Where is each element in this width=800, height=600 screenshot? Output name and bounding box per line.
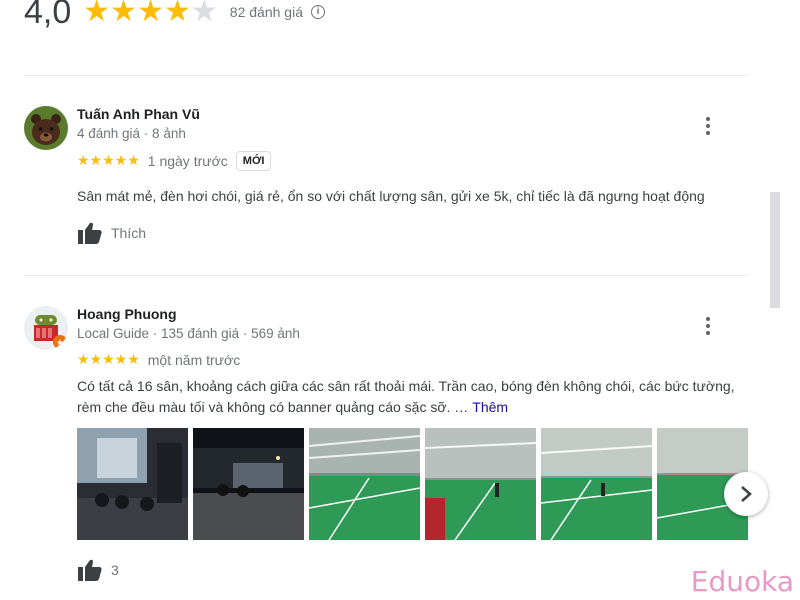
average-score: 4,0 — [24, 0, 72, 31]
star-icon: ★ — [110, 0, 138, 28]
review-photo[interactable] — [425, 428, 536, 540]
review-photo[interactable] — [309, 428, 420, 540]
review-photo[interactable] — [77, 428, 188, 540]
review-time: một năm trước — [147, 352, 241, 368]
review-card: ★ Hoang Phuong Local Guide · 135 đánh gi… — [24, 306, 768, 586]
thumbs-up-icon — [78, 559, 102, 581]
review-stars: ★★★★★ — [77, 152, 140, 168]
bear-avatar[interactable] — [24, 106, 68, 150]
more-options-icon[interactable] — [696, 114, 720, 138]
review-stars: ★★★★★ — [77, 351, 140, 367]
svg-text:★: ★ — [56, 339, 64, 349]
rating-row: ★★★★★ 1 ngày trước MỚI — [77, 150, 272, 172]
watermark: Eduoka — [690, 565, 794, 598]
review-time: 1 ngày trước — [147, 153, 228, 169]
divider — [24, 75, 748, 76]
like-button[interactable]: Thích — [77, 221, 146, 245]
reviewer-name[interactable]: Tuấn Anh Phan Vũ — [77, 106, 200, 122]
divider — [24, 275, 748, 276]
more-options-icon[interactable] — [696, 314, 720, 338]
scrollbar-thumb[interactable] — [770, 192, 780, 308]
star-icon: ★ — [137, 0, 164, 28]
star-icon: ★ — [83, 0, 111, 28]
android-avatar[interactable]: ★ — [24, 306, 68, 350]
new-badge: MỚI — [235, 151, 272, 171]
chevron-right-icon — [741, 486, 752, 502]
like-button[interactable]: 3 — [77, 558, 119, 582]
rating-summary: 4,0 ★ ★ ★ ★ ★ 82 đánh giá i — [24, 0, 325, 32]
review-text: Có tất cả 16 sân, khoảng cách giữa các s… — [77, 378, 735, 415]
reviewer-meta: 4 đánh giá · 8 ảnh — [77, 126, 186, 141]
rating-row: ★★★★★ một năm trước — [77, 349, 240, 371]
star-empty-icon: ★ — [190, 0, 218, 28]
star-icon: ★ — [163, 0, 191, 28]
review-text: Sân mát mẻ, đèn hơi chói, giá rẻ, ổn so … — [77, 188, 705, 204]
review-photo[interactable] — [541, 428, 652, 540]
reviewer-name[interactable]: Hoang Phuong — [77, 306, 177, 322]
photo-strip — [77, 428, 748, 540]
review-card: Tuấn Anh Phan Vũ 4 đánh giá · 8 ảnh ★★★★… — [24, 106, 748, 256]
average-stars: ★ ★ ★ ★ ★ — [83, 0, 218, 27]
reviewer-meta: Local Guide · 135 đánh giá · 569 ảnh — [77, 326, 300, 341]
review-count[interactable]: 82 đánh giá — [230, 4, 303, 20]
thumbs-up-icon — [78, 222, 102, 244]
like-count: 3 — [111, 562, 119, 578]
review-photo[interactable] — [193, 428, 304, 540]
next-photos-button[interactable] — [724, 472, 768, 516]
more-link[interactable]: Thêm — [472, 399, 508, 415]
info-icon[interactable]: i — [310, 5, 325, 19]
like-label: Thích — [111, 225, 147, 241]
